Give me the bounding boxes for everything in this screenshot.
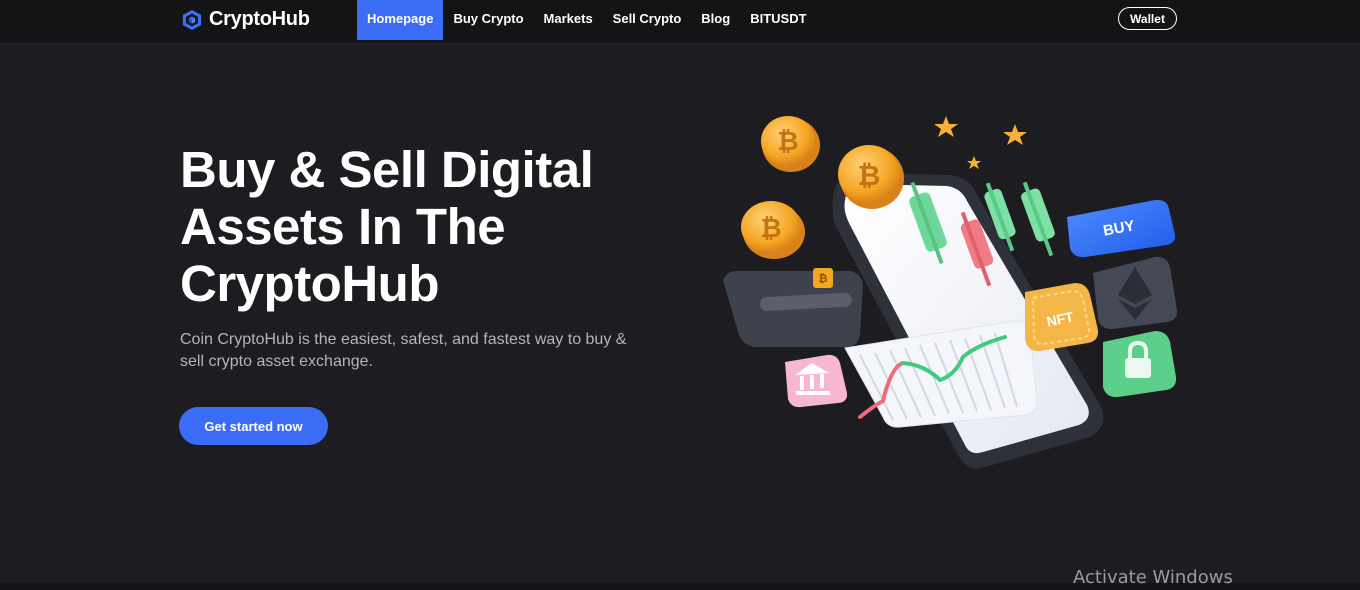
svg-text:₿: ₿: [858, 159, 881, 192]
nav-blog[interactable]: Blog: [691, 0, 740, 40]
main-nav: Homepage Buy Crypto Markets Sell Crypto …: [357, 0, 817, 40]
hero-description: Coin CryptoHub is the easiest, safest, a…: [180, 331, 627, 370]
get-started-button[interactable]: Get started now: [179, 407, 328, 445]
brand-logo[interactable]: CryptoHub: [181, 8, 310, 31]
star-icon: [1003, 124, 1027, 145]
hero-title: Buy & Sell Digital Assets In The CryptoH…: [180, 141, 594, 312]
nav-sell-crypto[interactable]: Sell Crypto: [603, 0, 692, 40]
windows-activation-watermark: Activate Windows: [1073, 567, 1233, 588]
nav-homepage[interactable]: Homepage: [357, 0, 444, 40]
cube-icon: [182, 9, 202, 30]
brand-name: CryptoHub: [209, 8, 310, 30]
bank-icon: [785, 354, 848, 408]
nav-markets[interactable]: Markets: [534, 0, 603, 40]
svg-text:₿: ₿: [760, 214, 781, 244]
ethereum-icon: [1093, 256, 1178, 330]
nft-tile: NFT: [1025, 283, 1099, 352]
nav-buy-crypto[interactable]: Buy Crypto: [443, 0, 533, 40]
crypto-illustration: ₿ BUY NFT ₿ ₿ ₿: [723, 116, 1178, 469]
svg-text:₿: ₿: [777, 127, 798, 157]
star-icon: [967, 156, 981, 169]
wallet-button[interactable]: Wallet: [1118, 7, 1177, 30]
line-chart-panel: [844, 320, 1038, 428]
lock-icon: [1103, 331, 1177, 398]
buy-badge: BUY: [1067, 199, 1176, 258]
star-icon: [934, 116, 958, 137]
nav-bitusdt[interactable]: BITUSDT: [740, 0, 816, 40]
bitcoin-coin-icon: ₿: [761, 116, 820, 172]
top-navbar: CryptoHub Homepage Buy Crypto Markets Se…: [0, 0, 1360, 44]
credit-card-icon: ₿: [723, 268, 863, 347]
bitcoin-coin-icon: ₿: [741, 201, 805, 259]
svg-text:₿: ₿: [819, 273, 828, 285]
